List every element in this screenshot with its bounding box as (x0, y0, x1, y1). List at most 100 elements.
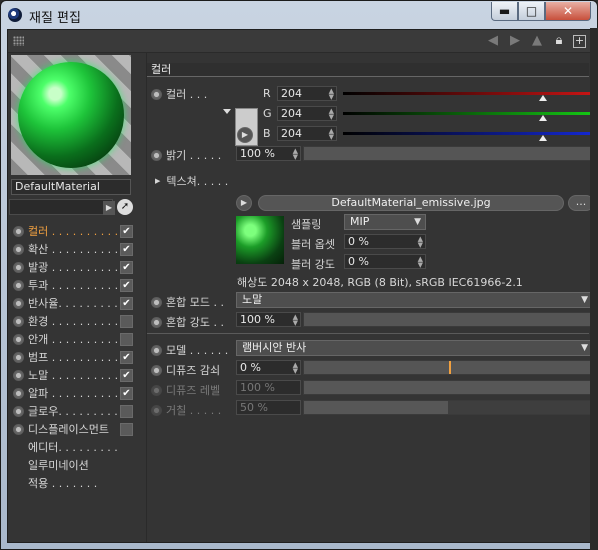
up-arrow-icon[interactable]: ▲ (529, 33, 545, 49)
spinner-icon[interactable]: ▲ ▼ (329, 88, 334, 101)
b-label: B (263, 127, 271, 140)
texture-menu-button[interactable]: ▶ (236, 195, 252, 211)
channel-item[interactable]: 안개 . . . . . . . . . . (11, 330, 133, 348)
animate-radio[interactable] (13, 243, 24, 255)
mix-mode-dropdown[interactable]: 노말 ▼ (236, 292, 593, 308)
mix-mode-row: 혼합 모드 . . (151, 294, 224, 310)
channel-checkbox[interactable]: ✔ (120, 260, 133, 274)
spinner-icon[interactable]: ▲ ▼ (293, 314, 298, 327)
chevron-right-icon[interactable]: ▶ (103, 201, 115, 215)
animate-radio[interactable] (151, 296, 162, 308)
pick-cursor-icon[interactable]: ➚ (117, 199, 133, 215)
animate-radio[interactable] (13, 351, 24, 363)
channel-item[interactable]: 컬러 . . . . . . . . . . ✔ (11, 222, 133, 240)
back-arrow-icon[interactable]: ◀ (485, 33, 501, 49)
mix-strength-slider[interactable] (303, 312, 593, 327)
blur-offset-field[interactable]: 0 % ▲ ▼ (344, 234, 426, 249)
r-slider[interactable] (343, 86, 593, 101)
new-panel-icon[interactable]: + (573, 34, 586, 48)
channel-checkbox[interactable] (120, 422, 133, 436)
texture-file-field[interactable]: DefaultMaterial_emissive.jpg (258, 195, 564, 211)
channel-item[interactable]: 글로우. . . . . . . . . (11, 402, 133, 420)
channel-checkbox[interactable]: ✔ (120, 296, 133, 310)
animate-radio[interactable] (13, 333, 24, 345)
channel-checkbox[interactable]: ✔ (120, 368, 133, 382)
channel-checkbox[interactable]: ✔ (120, 242, 133, 256)
diffuse-falloff-field[interactable]: 0 % ▲ ▼ (236, 360, 301, 375)
channel-checkbox[interactable]: ✔ (120, 386, 133, 400)
mix-strength-row: 혼합 강도 . . (151, 314, 224, 330)
chevron-down-icon: ▼ (581, 295, 588, 305)
channel-item[interactable]: 확산 . . . . . . . . . . ✔ (11, 240, 133, 258)
animate-radio[interactable] (151, 88, 162, 100)
animate-radio[interactable] (13, 369, 24, 381)
sampling-dropdown[interactable]: MIP ▼ (344, 214, 426, 230)
brightness-field[interactable]: 100 % ▲ ▼ (236, 146, 301, 161)
r-value-field[interactable]: 204 ▲ ▼ (277, 86, 337, 101)
g-value-field[interactable]: 204 ▲ ▼ (277, 106, 337, 121)
close-button[interactable]: ✕ (545, 2, 591, 21)
panel-item[interactable]: 적용 . . . . . . . (11, 474, 133, 492)
material-layer-dropdown[interactable] (9, 199, 113, 215)
material-preview[interactable] (11, 55, 131, 175)
channel-checkbox[interactable] (120, 314, 133, 328)
blur-strength-field[interactable]: 0 % ▲ ▼ (344, 254, 426, 269)
model-dropdown[interactable]: 램버시안 반사 ▼ (236, 340, 593, 356)
channel-checkbox[interactable]: ✔ (120, 278, 133, 292)
channel-item[interactable]: 범프 . . . . . . . . . . ✔ (11, 348, 133, 366)
channel-checkbox[interactable]: ✔ (120, 224, 133, 238)
animate-radio[interactable] (13, 297, 24, 309)
animate-radio[interactable] (13, 225, 24, 237)
channel-checkbox[interactable]: ✔ (120, 350, 133, 364)
brightness-slider[interactable] (303, 146, 593, 161)
animate-radio[interactable] (13, 423, 24, 435)
panel-item[interactable]: 일루미네이션 (11, 456, 133, 474)
b-slider-handle[interactable] (539, 135, 547, 141)
animate-radio[interactable] (151, 149, 162, 161)
animate-radio[interactable] (13, 405, 24, 417)
grip-icon[interactable] (13, 36, 24, 46)
mix-strength-field[interactable]: 100 % ▲ ▼ (236, 312, 301, 327)
channel-item[interactable]: 발광 . . . . . . . . . . ✔ (11, 258, 133, 276)
channel-item[interactable]: 환경 . . . . . . . . . . (11, 312, 133, 330)
b-value-field[interactable]: 204 ▲ ▼ (277, 126, 337, 141)
forward-arrow-icon[interactable]: ▶ (507, 33, 523, 49)
chevron-down-icon[interactable] (223, 109, 231, 114)
animate-radio[interactable] (151, 316, 162, 328)
g-slider-handle[interactable] (539, 115, 547, 121)
panel-item[interactable]: 에디터. . . . . . . . . (11, 438, 133, 456)
channel-checkbox[interactable] (120, 332, 133, 346)
expand-arrow-icon[interactable]: ▶ (155, 177, 160, 185)
spinner-icon[interactable]: ▲ ▼ (418, 236, 423, 249)
spinner-icon[interactable]: ▲ ▼ (418, 256, 423, 269)
minimize-button[interactable]: ▬ (491, 2, 518, 21)
animate-radio[interactable] (13, 387, 24, 399)
material-name-field[interactable]: DefaultMaterial (11, 179, 131, 195)
animate-radio[interactable] (13, 261, 24, 273)
color-mode-button[interactable]: ▶ (237, 127, 253, 143)
spinner-icon[interactable]: ▲ ▼ (293, 148, 298, 161)
channel-checkbox[interactable] (120, 404, 133, 418)
diffuse-falloff-slider[interactable] (303, 360, 593, 375)
animate-radio[interactable] (151, 344, 162, 356)
maximize-button[interactable]: □ (518, 2, 545, 21)
b-slider[interactable] (343, 126, 593, 141)
brightness-label: 밝기 . . . . . (166, 149, 222, 162)
spinner-icon[interactable]: ▲ ▼ (293, 362, 298, 375)
lock-icon[interactable]: 🔒︎ (551, 33, 567, 49)
g-slider[interactable] (343, 106, 593, 121)
spinner-icon[interactable]: ▲ ▼ (329, 108, 334, 121)
channel-item[interactable]: 반사율. . . . . . . . . ✔ (11, 294, 133, 312)
animate-radio[interactable] (151, 364, 162, 376)
r-slider-handle[interactable] (539, 95, 547, 101)
channel-item[interactable]: 노말 . . . . . . . . . . ✔ (11, 366, 133, 384)
channel-item[interactable]: 투과 . . . . . . . . . . ✔ (11, 276, 133, 294)
channel-item[interactable]: 디스플레이스먼트 (11, 420, 133, 438)
model-value: 램버시안 반사 (242, 341, 307, 354)
animate-radio[interactable] (13, 315, 24, 327)
channel-item[interactable]: 알파 . . . . . . . . . . ✔ (11, 384, 133, 402)
title-bar[interactable]: 재질 편집 ▬ □ ✕ (1, 1, 597, 29)
spinner-icon[interactable]: ▲ ▼ (329, 128, 334, 141)
animate-radio[interactable] (13, 279, 24, 291)
texture-thumbnail[interactable] (236, 216, 284, 264)
